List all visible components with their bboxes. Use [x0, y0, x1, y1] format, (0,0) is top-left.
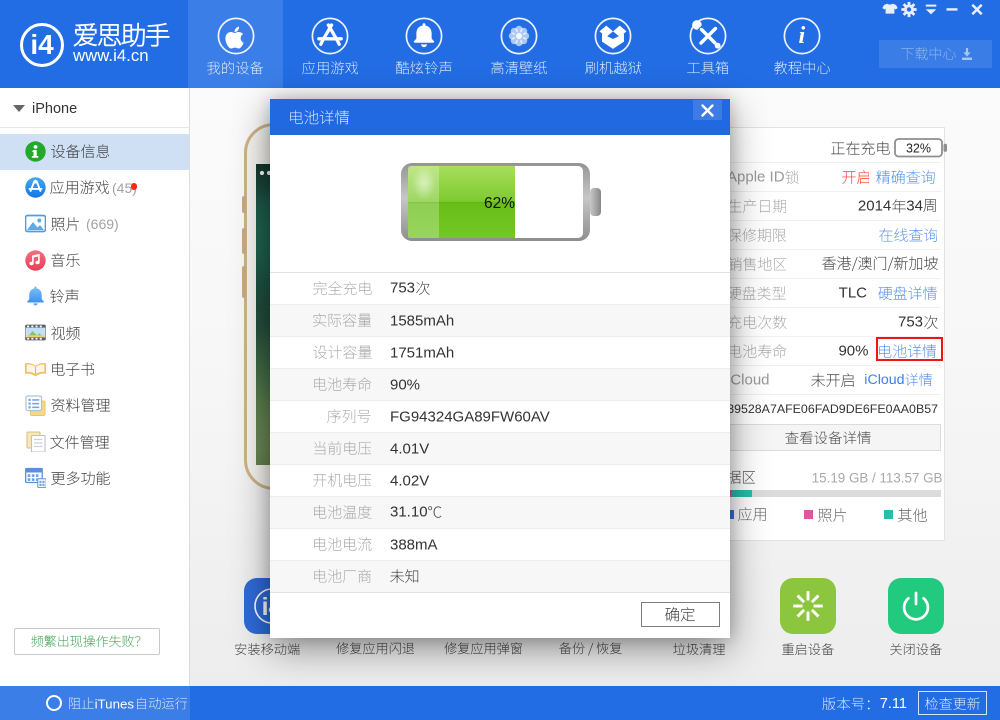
svg-text:32%: 32%	[906, 142, 931, 156]
